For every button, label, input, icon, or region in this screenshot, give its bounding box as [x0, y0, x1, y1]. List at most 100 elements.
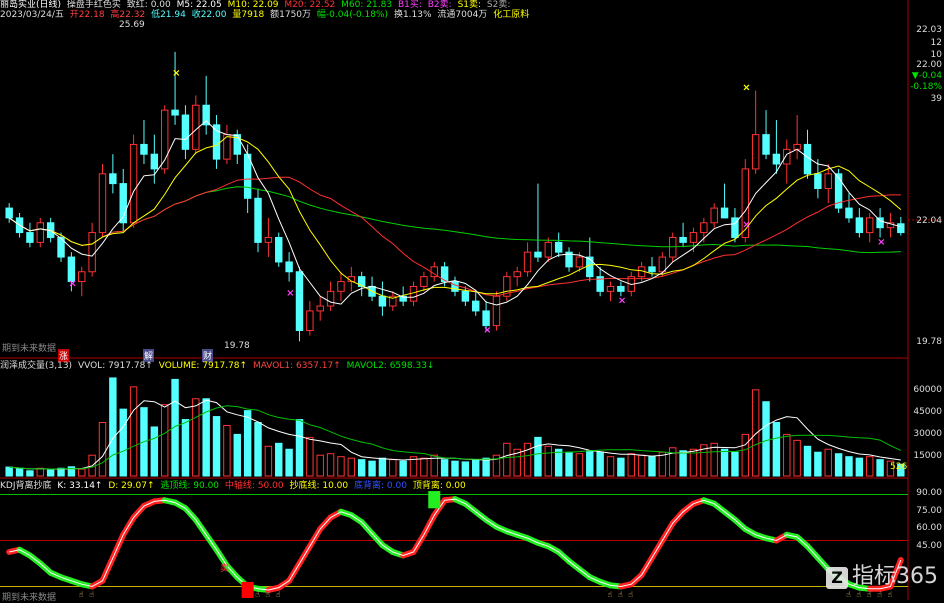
volume-value: VOLUME: 7917.78↑: [158, 361, 248, 371]
vol-y-30000: 30000: [913, 429, 942, 439]
volume-bar: [326, 453, 335, 477]
kdj-bottom-line-value: 抄底线: 10.00: [289, 481, 349, 491]
volume-bar: [357, 459, 366, 477]
volume-bar: [389, 459, 397, 477]
volume-bar: [503, 442, 511, 477]
volume-bar: [461, 461, 470, 477]
volume-bar: [109, 377, 117, 477]
volume-bar: [243, 410, 252, 477]
y-label-price: 22.00: [916, 60, 942, 70]
ma10-value: M10: 22.09: [227, 0, 279, 10]
bottom-signal-marker: ☝: [89, 590, 94, 599]
volume-bar: [223, 424, 231, 477]
candle-body: [5, 207, 13, 219]
candle-body: [264, 236, 273, 243]
s1-value: S1卖:: [457, 0, 482, 10]
candle-body: [337, 281, 345, 292]
kdj-top-div-value: 顶背离: 0.00: [412, 481, 466, 491]
chart-header-line2: 2023/03/24/五 开22.18 高22.32 低21.94 收22.00…: [0, 10, 532, 20]
bottom-signal-marker: ☝: [867, 590, 872, 599]
candle-body: [212, 124, 221, 160]
kdj-d-value: D: 29.07↑: [108, 481, 155, 491]
volume-bar: [814, 451, 822, 477]
volume-bar: [679, 450, 687, 477]
b1-value: B1买:: [397, 0, 422, 10]
ma60-value: M60: 21.83: [341, 0, 393, 10]
candle-body: [751, 134, 760, 170]
candle-body: [606, 285, 615, 292]
volume-bar: [119, 408, 127, 477]
volume-bar: [275, 442, 283, 477]
bottom-signal-marker: ☝: [856, 590, 861, 599]
candle-body: [295, 271, 304, 332]
candle-body: [554, 241, 563, 253]
volume-bar: [876, 459, 884, 477]
open-value: 开22.18: [69, 10, 105, 20]
candle-body: [814, 173, 822, 189]
a1-value: 致红: 0.00: [126, 0, 171, 10]
candle-body: [254, 197, 262, 243]
candle-body: [420, 276, 428, 287]
kdj-top-line-value: 逃顶线: 90.00: [160, 481, 220, 491]
candle-body: [285, 261, 293, 273]
volume-bar: [803, 445, 812, 477]
bottom-signal-marker: ☝: [628, 590, 633, 599]
y-label-low: 19.78: [916, 337, 942, 347]
candle-body: [772, 153, 781, 165]
kdj-mid-line-value: 中轴线: 50.00: [224, 481, 284, 491]
kdj-top-block: [428, 491, 441, 509]
y-label-10: 10: [930, 50, 942, 60]
kdj-sell-block: [241, 581, 254, 598]
s2-value: S2卖:: [486, 0, 511, 10]
kdj-header: KDJ背离抄底 K: 33.14↑ D: 29.07↑ 逃顶线: 90.00 中…: [0, 481, 469, 491]
volume-bar: [46, 469, 55, 477]
candle-body: [482, 310, 490, 327]
candle-body: [575, 256, 584, 268]
bottom-signal-marker: ☝: [265, 590, 270, 599]
candle-body: [793, 143, 801, 150]
volume-bar: [741, 433, 750, 477]
candle-body: [658, 256, 667, 273]
candle-body: [316, 305, 324, 312]
watermark: Z 指标365: [826, 558, 938, 590]
buy-x-marker: ×: [286, 288, 294, 299]
candle-body: [202, 104, 210, 126]
volume-bar: [368, 460, 376, 477]
candle-body: [492, 295, 501, 327]
volume-bar: [420, 457, 428, 477]
bottom-signal-marker: ☝: [887, 590, 892, 599]
candle-body: [897, 223, 905, 234]
volume-bar: [15, 468, 24, 477]
volume-bar: [472, 459, 480, 477]
candle-body: [783, 148, 791, 165]
candle-body: [855, 217, 864, 234]
volume-bar: [783, 433, 791, 477]
high-price-label: 25.69: [119, 20, 145, 30]
vol-last-label: 526: [890, 462, 908, 472]
candle-body: [720, 207, 729, 219]
volume-bar: [865, 456, 874, 477]
buy-x-marker: ×: [742, 220, 750, 231]
candle-body: [617, 285, 625, 292]
mavol1-value: MAVOL1: 6357.17↑: [252, 361, 341, 371]
candle-body: [109, 173, 117, 185]
volume-bar: [834, 453, 843, 477]
kdj-future-data-label: 期到未来数据: [2, 593, 57, 603]
vol-value: 量7918: [232, 10, 265, 20]
volume-bar: [627, 453, 635, 477]
volume-bar: [378, 457, 387, 477]
candle-body: [36, 222, 45, 243]
volume-bar: [586, 450, 594, 477]
volume-bar: [617, 457, 625, 477]
candle-body: [679, 236, 687, 243]
volume-bar: [772, 422, 781, 477]
volume-bar: [575, 453, 584, 477]
candle-body: [586, 256, 594, 278]
candle-body: [876, 217, 884, 229]
candle-body: [181, 114, 190, 150]
y-label-39: 39: [930, 94, 942, 104]
kdj-y-60: 60.00: [916, 523, 942, 533]
stock-chart[interactable]: ××××××××☝☝☝☝☝☝☝☝☝☝☝☝☝☝: [0, 0, 944, 600]
chart-header-line1: 丽岛实业(日线) 操盘手红色实 致红: 0.00 M5: 22.05 M10: …: [0, 0, 513, 10]
candle-body: [472, 300, 480, 312]
